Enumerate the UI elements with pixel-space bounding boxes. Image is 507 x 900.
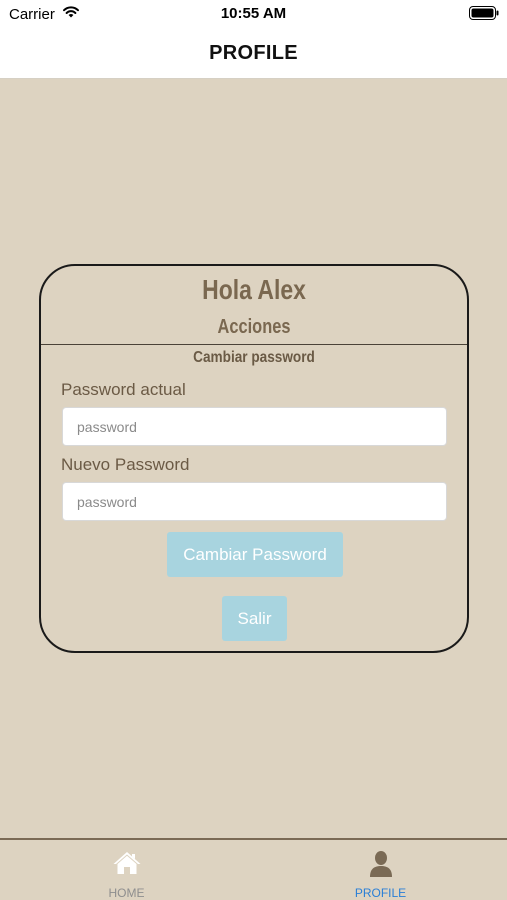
- actions-heading: Acciones: [217, 316, 291, 338]
- tab-home[interactable]: HOME: [0, 840, 253, 900]
- profile-card: Hola Alex Acciones Cambiar password Pass…: [39, 264, 469, 653]
- change-password-heading: Cambiar password: [193, 349, 315, 366]
- new-password-input[interactable]: [62, 482, 447, 521]
- divider: [41, 344, 467, 345]
- current-password-label: Password actual: [61, 380, 186, 399]
- tab-bar: HOME PROFILE: [0, 838, 507, 900]
- user-icon: [368, 850, 394, 883]
- battery-icon: [469, 6, 499, 25]
- greeting-heading: Hola Alex: [202, 274, 306, 305]
- new-password-label: Nuevo Password: [61, 455, 190, 474]
- current-password-input[interactable]: [62, 407, 447, 446]
- change-password-button[interactable]: Cambiar Password: [167, 532, 343, 577]
- tab-home-label: HOME: [108, 886, 145, 900]
- exit-button[interactable]: Salir: [222, 596, 287, 641]
- tab-profile-label: PROFILE: [354, 886, 407, 900]
- status-bar: Carrier 10:55 AM: [0, 0, 507, 28]
- page-title: PROFILE: [209, 42, 298, 64]
- tab-profile[interactable]: PROFILE: [254, 840, 507, 900]
- navigation-bar: PROFILE: [0, 28, 507, 79]
- home-icon: [112, 850, 142, 881]
- status-time: 10:55 AM: [220, 5, 287, 22]
